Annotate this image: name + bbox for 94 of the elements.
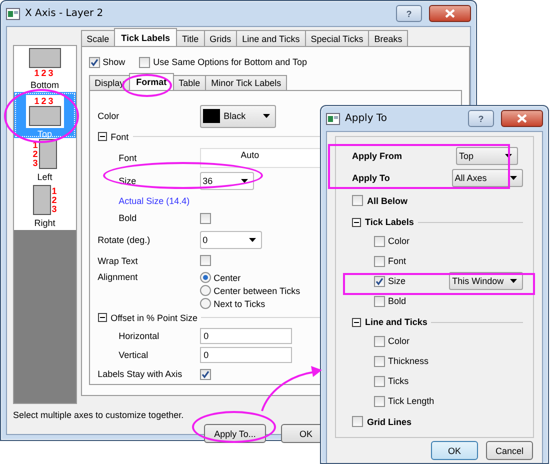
field-label: Apply To [352,173,391,183]
axis-item[interactable]: 123 Right [14,184,76,230]
option-label: Ticks [388,376,410,386]
close-icon [517,114,527,123]
app-icon [6,8,20,20]
dropdown[interactable]: 36 [200,172,254,190]
tab[interactable]: Title [176,30,205,46]
field-label: Wrap Text [98,256,139,266]
option-label: Font [388,256,408,266]
checkbox[interactable] [139,56,150,68]
window-title: X Axis - Layer 2 [25,8,104,19]
input-field[interactable]: 0 [200,347,292,364]
tab[interactable]: Scale [80,30,116,46]
radio-label: Center [214,272,241,283]
group-title: Tick Labels [365,217,414,227]
checkbox[interactable] [374,256,385,266]
checkbox[interactable] [200,368,211,380]
actual-size-link[interactable]: Actual Size (14.4) [98,196,190,206]
color-dropdown[interactable]: Black [200,104,276,128]
dropdown[interactable]: Top [456,146,518,164]
collapse-icon[interactable] [98,132,107,142]
checkbox[interactable] [374,396,385,406]
dialog-button[interactable]: OK [431,441,478,460]
option-label: Color [388,336,411,346]
checkbox[interactable] [374,336,385,346]
field-label: Labels Stay with Axis [98,369,184,380]
help-button[interactable]: ? [468,110,494,127]
caret-icon [505,154,512,158]
caret-icon [262,114,270,118]
checkbox[interactable] [88,56,100,68]
field-label: Vertical [118,350,150,360]
field-label: Rotate (deg.) [98,234,152,245]
group-title: Font [110,132,129,142]
tab[interactable]: Display [88,75,130,90]
caret-icon [510,279,517,283]
collapse-icon[interactable] [352,218,361,226]
checkbox-label: Show [102,57,126,67]
apply-to-button[interactable]: Apply To... [204,424,266,443]
axis-item[interactable]: 123 Bottom [14,46,76,92]
tab[interactable]: Table [172,75,206,90]
collapse-icon[interactable] [98,313,107,322]
field-label: Font [118,152,138,163]
field-label: Bold [118,213,138,224]
tab[interactable]: Tick Labels [114,28,177,46]
checkbox[interactable] [374,356,385,366]
checkbox[interactable] [200,212,211,224]
close-icon [445,9,455,18]
checkbox[interactable] [200,255,211,266]
help-button[interactable]: ? [396,5,422,22]
option-label: Grid Lines [367,416,412,426]
window-title: Apply To [345,113,388,124]
caret-icon [240,179,248,184]
radio-label: Next to Ticks [214,298,266,309]
caret-icon [510,176,517,180]
close-button[interactable] [429,5,471,22]
group-title: Line and Ticks [365,317,428,327]
tab[interactable]: Line and Ticks [236,30,306,46]
option-label: Size [388,276,407,286]
checkbox[interactable] [374,276,385,286]
checkbox[interactable] [374,376,385,386]
status-text: Select multiple axes to customize together. [13,410,184,420]
dialog-button[interactable]: Cancel [486,441,533,460]
tab[interactable]: Grids [204,30,238,46]
highlight-ellipse [122,74,172,97]
app-icon [326,112,340,124]
axis-icon: 123 [26,95,64,128]
dropdown[interactable]: 0 [200,230,262,249]
checkbox-label: Use Same Options for Bottom and Top [153,57,308,67]
field-label: Color [98,111,120,122]
radio-button[interactable] [200,285,211,296]
input-field[interactable]: 0 [200,328,292,344]
field-label: Alignment [98,272,139,282]
option-label: Bold [388,296,408,306]
tab[interactable]: Breaks [368,30,408,46]
field-label: Horizontal [118,331,160,342]
close-button[interactable] [501,110,543,127]
pointer-arrow [261,366,322,412]
checkbox[interactable] [352,195,363,206]
caret-icon [248,238,256,242]
collapse-icon[interactable] [352,318,361,326]
group-title: Offset in % Point Size [110,312,198,323]
radio-label: Center between Ticks [214,286,300,296]
radio-button[interactable] [200,272,211,284]
option-label: Color [388,236,411,246]
checkbox[interactable] [374,296,385,306]
checkbox[interactable] [374,236,385,246]
dropdown[interactable]: All Axes [452,169,523,187]
tab[interactable]: Special Ticks [304,30,370,46]
option-label: Thickness [388,356,430,366]
checkbox[interactable] [352,416,363,427]
option-label: Tick Length [388,396,436,406]
tab[interactable]: Minor Tick Labels [205,75,288,90]
option-label: All Below [367,196,408,206]
radio-button[interactable] [200,298,211,310]
